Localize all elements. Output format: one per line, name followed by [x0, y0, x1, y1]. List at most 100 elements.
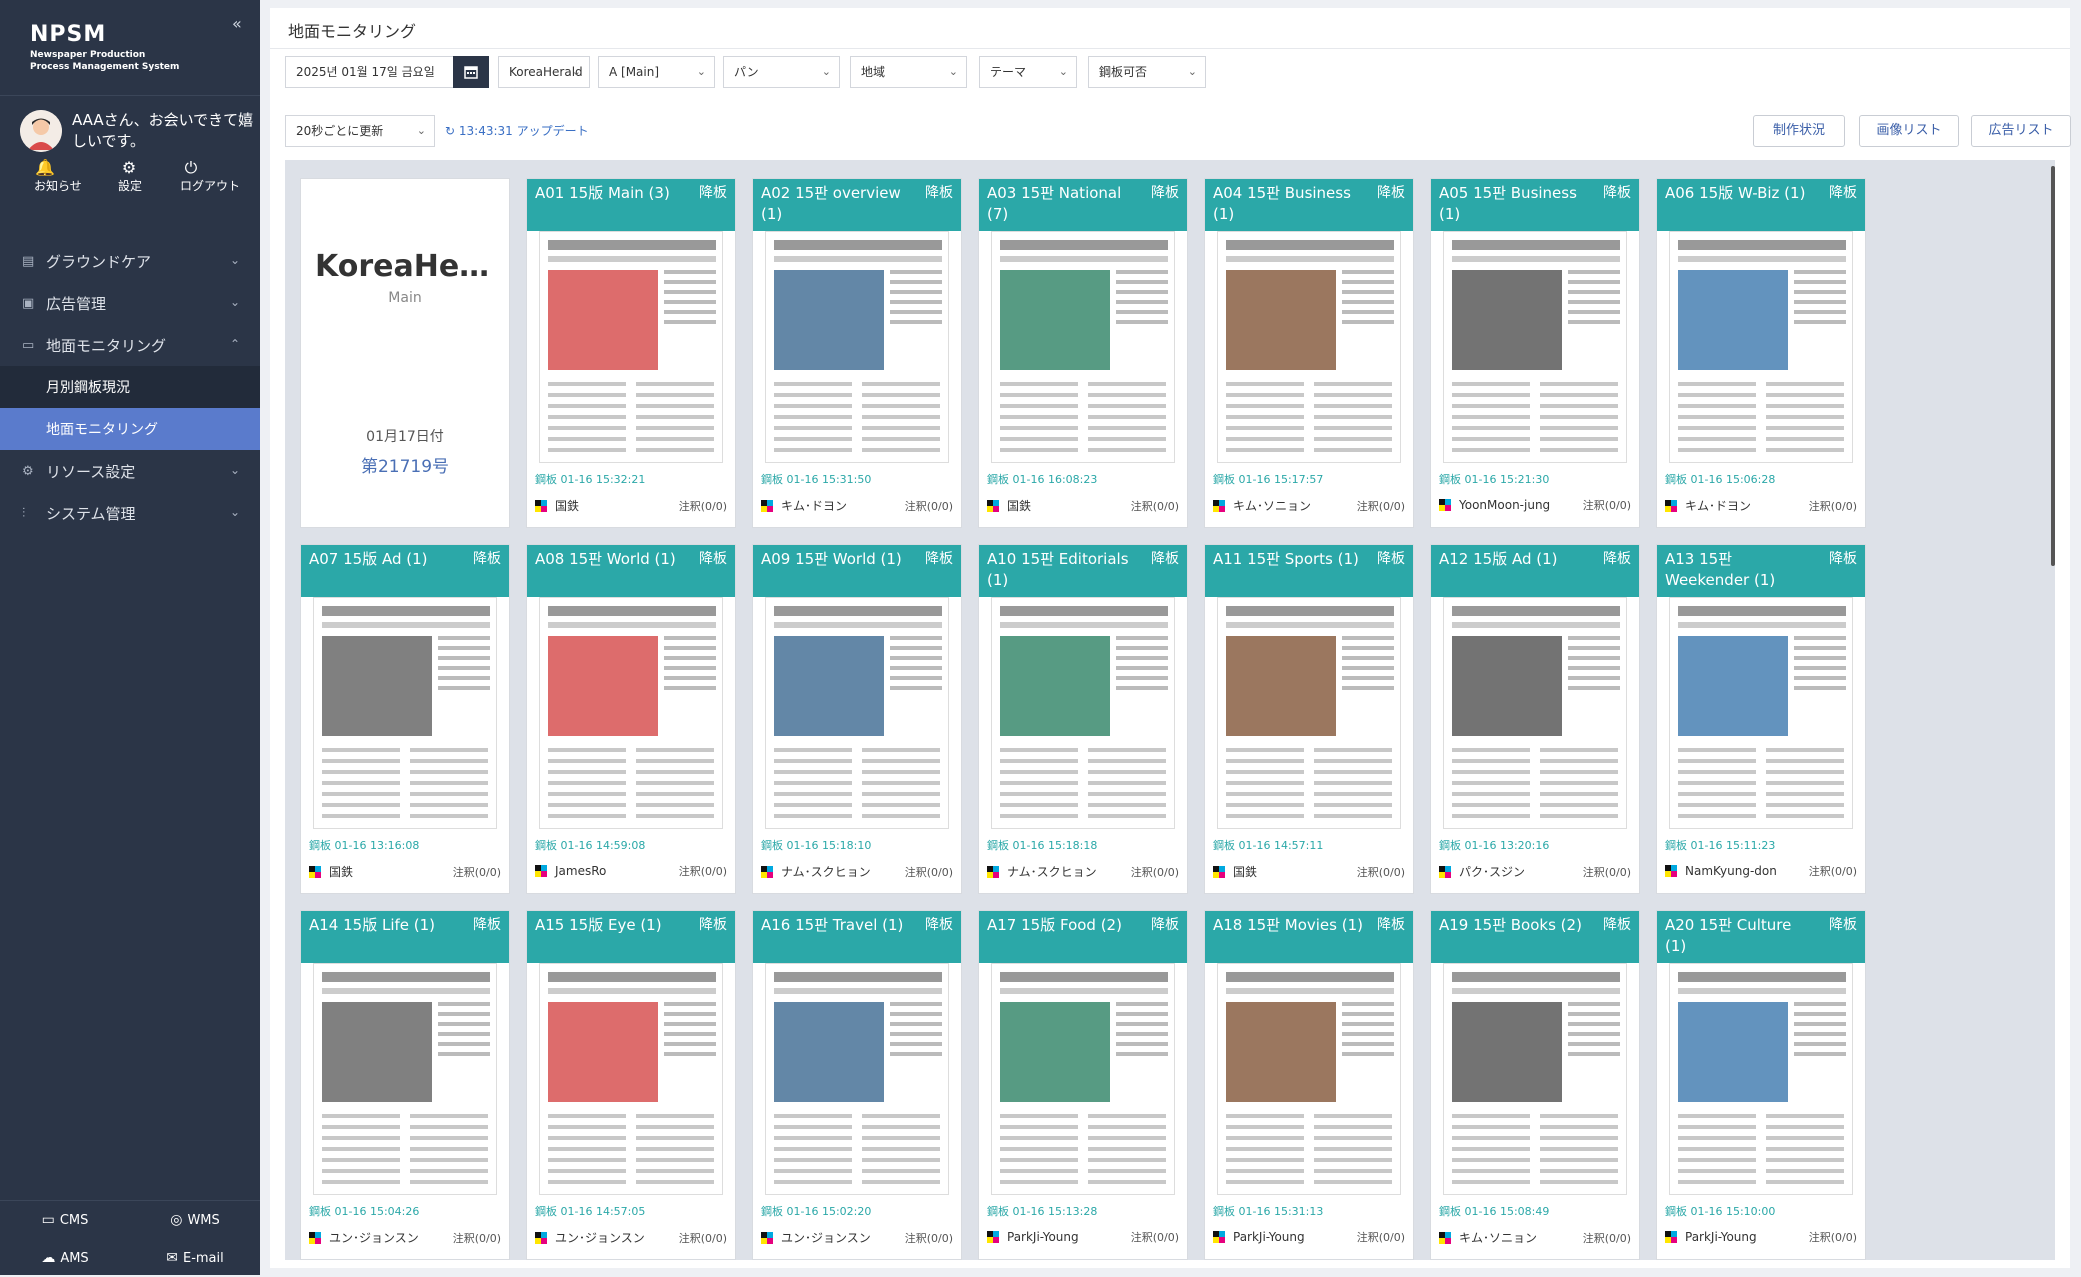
- annotation-count[interactable]: 注釈(0/0): [1809, 1229, 1857, 1245]
- cms-link[interactable]: ▭ CMS: [0, 1201, 130, 1239]
- sidebar-item-label: 広告管理: [46, 294, 107, 313]
- color-mode-icon: [535, 499, 547, 512]
- annotation-count[interactable]: 注釈(0/0): [679, 863, 727, 879]
- page-thumbnail[interactable]: [1443, 231, 1627, 463]
- page-card[interactable]: A02 15판 overview (1) 降板 鋼板 01-16 15:31:50 キ…: [752, 178, 962, 528]
- annotation-count[interactable]: 注釈(0/0): [453, 1230, 501, 1246]
- page-thumbnail[interactable]: [539, 963, 723, 1195]
- page-thumbnail[interactable]: [539, 597, 723, 829]
- refresh-interval-select[interactable]: 20秒ごとに更新 ⌄: [285, 115, 435, 147]
- page-card[interactable]: A16 15판 Travel (1) 降板 鋼板 01-16 15:02:20 ユン･…: [752, 910, 962, 1260]
- edition-select[interactable]: パン ⌄: [723, 56, 840, 88]
- annotation-count[interactable]: 注釈(0/0): [1357, 864, 1405, 880]
- production-status-button[interactable]: 制作状況: [1753, 115, 1845, 147]
- image-list-button[interactable]: 画像リスト: [1859, 115, 1959, 147]
- page-card-status: 降板: [1829, 551, 1857, 567]
- annotation-count[interactable]: 注釈(0/0): [1131, 864, 1179, 880]
- annotation-count[interactable]: 注釈(0/0): [905, 498, 953, 514]
- page-thumbnail[interactable]: [1443, 597, 1627, 829]
- page-thumbnail[interactable]: [1669, 597, 1853, 829]
- region-select[interactable]: 地域 ⌄: [850, 56, 967, 88]
- page-thumbnail[interactable]: [765, 231, 949, 463]
- page-card[interactable]: A04 15판 Business (1) 降板 鋼板 01-16 15:17:57 キ…: [1204, 178, 1414, 528]
- page-thumbnail[interactable]: [765, 597, 949, 829]
- page-card[interactable]: A13 15판 Weekender (1) 降板 鋼板 01-16 15:11:23…: [1656, 544, 1866, 894]
- page-thumbnail[interactable]: [313, 597, 497, 829]
- brand-logo[interactable]: NPSM Newspaper Production Process Manage…: [30, 22, 179, 73]
- greeting-text: AAAさん、お会いできて嬉しいです。: [72, 111, 254, 150]
- notifications-button[interactable]: 🔔 お知らせ: [34, 160, 94, 194]
- annotation-count[interactable]: 注釈(0/0): [1583, 1230, 1631, 1246]
- page-card[interactable]: A05 15판 Business (1) 降板 鋼板 01-16 15:21:30 Y…: [1430, 178, 1640, 528]
- page-card[interactable]: A07 15版 Ad (1) 降板 鋼板 01-16 13:16:08 国鉄 注釈(0/…: [300, 544, 510, 894]
- page-thumbnail[interactable]: [1217, 597, 1401, 829]
- annotation-count[interactable]: 注釈(0/0): [1583, 497, 1631, 513]
- page-card[interactable]: A19 15판 Books (2) 降板 鋼板 01-16 15:08:49 キム･ソ…: [1430, 910, 1640, 1260]
- sidebar-subitem-ground-monitoring[interactable]: 地面モニタリング: [0, 408, 260, 450]
- page-card-meta: 鋼板 01-16 15:31:13 ParkJi-Young 注釈(0/0): [1213, 1203, 1405, 1245]
- plate-status-select[interactable]: 鋼板可否 ⌄: [1088, 56, 1206, 88]
- page-thumbnail[interactable]: [539, 231, 723, 463]
- annotation-count[interactable]: 注釈(0/0): [905, 1230, 953, 1246]
- page-card[interactable]: A03 15판 National (7) 降板 鋼板 01-16 16:08:23 国…: [978, 178, 1188, 528]
- theme-select[interactable]: テーマ ⌄: [979, 56, 1077, 88]
- collapse-sidebar-icon[interactable]: «: [232, 14, 242, 33]
- sidebar-item-system-management[interactable]: ⫶ システム管理 ⌄: [0, 492, 260, 534]
- page-thumbnail[interactable]: [1669, 963, 1853, 1195]
- annotation-count[interactable]: 注釈(0/0): [1583, 864, 1631, 880]
- page-card[interactable]: A15 15版 Eye (1) 降板 鋼板 01-16 14:57:05 ユン･ジョン…: [526, 910, 736, 1260]
- annotation-count[interactable]: 注釈(0/0): [1131, 1229, 1179, 1245]
- date-input[interactable]: 2025년 01월 17일 금요일: [285, 56, 455, 88]
- page-card[interactable]: A10 15판 Editorials (1) 降板 鋼板 01-16 15:18:1…: [978, 544, 1188, 894]
- page-card-header: A16 15판 Travel (1) 降板: [753, 911, 961, 963]
- logout-button[interactable]: ⏻ ログアウト: [180, 160, 240, 194]
- email-link[interactable]: ✉ E-mail: [130, 1239, 260, 1277]
- page-card[interactable]: A20 15판 Culture (1) 降板 鋼板 01-16 15:10:00 Pa…: [1656, 910, 1866, 1260]
- annotation-count[interactable]: 注釈(0/0): [679, 498, 727, 514]
- annotation-count[interactable]: 注釈(0/0): [453, 864, 501, 880]
- ad-list-button[interactable]: 広告リスト: [1971, 115, 2071, 147]
- page-card[interactable]: A12 15版 Ad (1) 降板 鋼板 01-16 13:20:16 パク･スジン 注…: [1430, 544, 1640, 894]
- sidebar-item-label: 地面モニタリング: [46, 336, 167, 355]
- page-card[interactable]: A09 15판 World (1) 降板 鋼板 01-16 15:18:10 ナム･ス…: [752, 544, 962, 894]
- annotation-count[interactable]: 注釈(0/0): [1131, 498, 1179, 514]
- sidebar-item-ground-care[interactable]: ▤ グラウンドケア ⌄: [0, 240, 260, 282]
- ams-link[interactable]: ☁ AMS: [0, 1239, 130, 1277]
- page-card[interactable]: A08 15판 World (1) 降板 鋼板 01-16 14:59:08 Jame…: [526, 544, 736, 894]
- plate-time: 鋼板 01-16 15:31:50: [761, 473, 872, 486]
- annotation-count[interactable]: 注釈(0/0): [1809, 498, 1857, 514]
- wms-link[interactable]: ◎ WMS: [130, 1201, 260, 1239]
- annotation-count[interactable]: 注釈(0/0): [1809, 863, 1857, 879]
- page-card[interactable]: A14 15版 Life (1) 降板 鋼板 01-16 15:04:26 ユン･ジョ…: [300, 910, 510, 1260]
- section-select[interactable]: A [Main] ⌄: [598, 56, 715, 88]
- annotation-count[interactable]: 注釈(0/0): [905, 864, 953, 880]
- settings-button[interactable]: ⚙ 設定: [118, 160, 178, 194]
- sidebar-item-resource-settings[interactable]: ⚙ リソース設定 ⌄: [0, 450, 260, 492]
- page-thumbnail[interactable]: [313, 963, 497, 1195]
- page-card[interactable]: A06 15版 W-Biz (1) 降板 鋼板 01-16 15:06:28 キム･ド…: [1656, 178, 1866, 528]
- page-card-meta: 鋼板 01-16 15:31:50 キム･ドヨン 注釈(0/0): [761, 471, 953, 514]
- last-updated[interactable]: ↻ 13:43:31 アップデート: [445, 115, 589, 147]
- annotation-count[interactable]: 注釈(0/0): [1357, 498, 1405, 514]
- page-thumbnail[interactable]: [1443, 963, 1627, 1195]
- sidebar-subitem-monthly-plate[interactable]: 月別鋼板現況: [0, 366, 260, 408]
- page-card[interactable]: A11 15판 Sports (1) 降板 鋼板 01-16 14:57:11 国鉄 注…: [1204, 544, 1414, 894]
- page-card-status: 降板: [699, 917, 727, 933]
- newspaper-select[interactable]: KoreaHerald ⌄: [498, 56, 590, 88]
- page-card[interactable]: A17 15版 Food (2) 降板 鋼板 01-16 15:13:28 ParkJ…: [978, 910, 1188, 1260]
- annotation-count[interactable]: 注釈(0/0): [1357, 1229, 1405, 1245]
- sidebar-item-ground-monitoring[interactable]: ▭ 地面モニタリング ⌃: [0, 324, 260, 366]
- page-thumbnail[interactable]: [765, 963, 949, 1195]
- scrollbar[interactable]: [2051, 166, 2055, 566]
- calendar-button[interactable]: [453, 56, 489, 88]
- page-thumbnail[interactable]: [1217, 963, 1401, 1195]
- page-card[interactable]: A01 15版 Main (3) 降板 鋼板 01-16 15:32:21 国鉄 注釈(…: [526, 178, 736, 528]
- page-thumbnail[interactable]: [991, 597, 1175, 829]
- page-thumbnail[interactable]: [1669, 231, 1853, 463]
- page-card[interactable]: A18 15판 Movies (1) 降板 鋼板 01-16 15:31:13 Par…: [1204, 910, 1414, 1260]
- annotation-count[interactable]: 注釈(0/0): [679, 1230, 727, 1246]
- page-thumbnail[interactable]: [991, 231, 1175, 463]
- page-thumbnail[interactable]: [991, 963, 1175, 1195]
- sidebar-item-ad-management[interactable]: ▣ 広告管理 ⌄: [0, 282, 260, 324]
- page-thumbnail[interactable]: [1217, 231, 1401, 463]
